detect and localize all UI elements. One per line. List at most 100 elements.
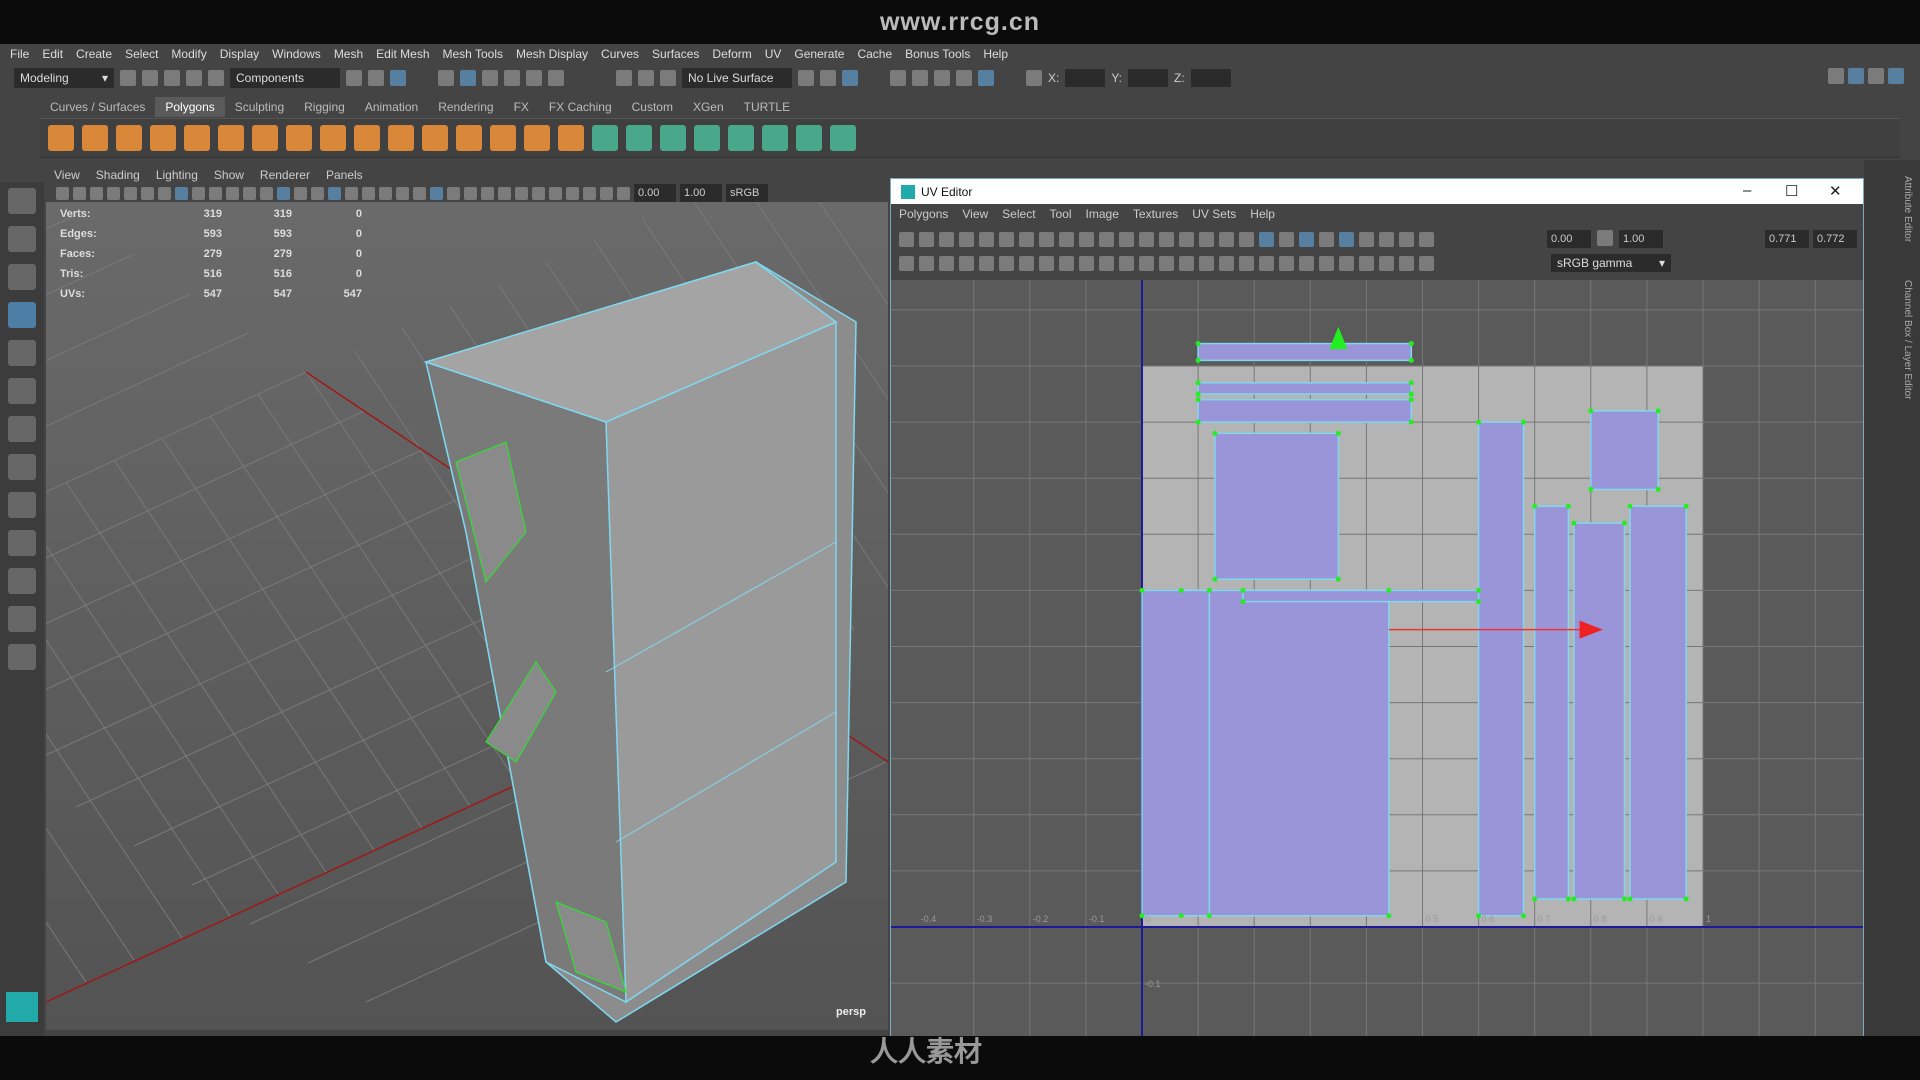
uv-tool-icon[interactable]: [1419, 255, 1434, 271]
viewport-tool-icon[interactable]: [158, 186, 171, 200]
attribute-editor-toggle-icon[interactable]: [1848, 68, 1864, 84]
viewport-color-space-field[interactable]: sRGB gamma: [726, 184, 768, 211]
viewport-gamma-field[interactable]: 1.00: [680, 184, 722, 202]
shelf-tool-icon[interactable]: [116, 125, 142, 151]
uv-tool-icon[interactable]: [1379, 231, 1394, 247]
viewport-menu-lighting[interactable]: Lighting: [156, 168, 198, 182]
uv-tool-icon[interactable]: [1199, 231, 1214, 247]
menu-file[interactable]: File: [10, 47, 29, 61]
viewport-tool-icon[interactable]: [175, 186, 188, 200]
uv-tool-icon[interactable]: [1019, 231, 1034, 247]
four-view-icon[interactable]: [8, 492, 36, 518]
uv-exposure-field[interactable]: 0.00: [1547, 230, 1591, 248]
shelf-tab-turtle[interactable]: TURTLE: [734, 97, 800, 117]
select-hierarchy-icon[interactable]: [346, 70, 362, 86]
select-component-icon[interactable]: [390, 70, 406, 86]
uv-menu-help[interactable]: Help: [1250, 207, 1275, 221]
shelf-tool-icon[interactable]: [150, 125, 176, 151]
shelf-tab-xgen[interactable]: XGen: [683, 97, 734, 117]
symmetry-icon[interactable]: [842, 70, 858, 86]
uv-menu-view[interactable]: View: [962, 207, 988, 221]
menu-uv[interactable]: UV: [765, 47, 782, 61]
uv-menu-select[interactable]: Select: [1002, 207, 1035, 221]
uv-tool-icon[interactable]: [919, 231, 934, 247]
viewport-tool-icon[interactable]: [413, 186, 426, 200]
viewport-tool-icon[interactable]: [583, 186, 596, 200]
x-field[interactable]: [1065, 69, 1106, 87]
viewport-tool-icon[interactable]: [124, 186, 137, 200]
shelf-tool-icon[interactable]: [286, 125, 312, 151]
shelf-tab-fx[interactable]: FX: [504, 97, 539, 117]
output-ops-icon[interactable]: [820, 70, 836, 86]
channel-box-toggle-icon[interactable]: [1888, 68, 1904, 84]
history-icon[interactable]: [616, 70, 632, 86]
viewport-tool-icon[interactable]: [345, 186, 358, 200]
last-tool-icon[interactable]: [8, 416, 36, 442]
render-view-icon[interactable]: [890, 70, 906, 86]
uv-tool-icon[interactable]: [1419, 231, 1434, 247]
uv-tool-icon[interactable]: [1119, 255, 1134, 271]
shelf-tab-animation[interactable]: Animation: [355, 97, 428, 117]
uv-tool-icon[interactable]: [1059, 255, 1074, 271]
snap-curve-icon[interactable]: [460, 70, 476, 86]
viewport-tool-icon[interactable]: [430, 186, 443, 200]
rotate-tool-icon[interactable]: [8, 340, 36, 366]
uv-tool-icon[interactable]: [1039, 231, 1054, 247]
menu-deform[interactable]: Deform: [712, 47, 751, 61]
menu-surfaces[interactable]: Surfaces: [652, 47, 699, 61]
redo-icon[interactable]: [208, 70, 224, 86]
uv-tool-icon[interactable]: [1139, 255, 1154, 271]
save-scene-icon[interactable]: [164, 70, 180, 86]
select-object-icon[interactable]: [368, 70, 384, 86]
viewport-tool-icon[interactable]: [73, 186, 86, 200]
shelf-tool-icon[interactable]: [592, 125, 618, 151]
uv-tool-icon[interactable]: [919, 255, 934, 271]
menu-mesh-display[interactable]: Mesh Display: [516, 47, 588, 61]
snap-grid-icon[interactable]: [438, 70, 454, 86]
uv-tool-icon[interactable]: [1019, 255, 1034, 271]
menu-edit[interactable]: Edit: [42, 47, 63, 61]
viewport-tool-icon[interactable]: [362, 186, 375, 200]
uv-tool-icon[interactable]: [1279, 231, 1294, 247]
maximize-icon[interactable]: ☐: [1785, 182, 1798, 200]
menu-mesh-tools[interactable]: Mesh Tools: [443, 47, 503, 61]
uv-tool-icon[interactable]: [1099, 231, 1114, 247]
z-field[interactable]: [1190, 69, 1231, 87]
snap-view-icon[interactable]: [504, 70, 520, 86]
uv-tool-icon[interactable]: [1299, 255, 1314, 271]
viewport-tool-icon[interactable]: [532, 186, 545, 200]
uv-tool-icon[interactable]: [1359, 231, 1374, 247]
viewport-menu-shading[interactable]: Shading: [96, 168, 140, 182]
uv-tool-icon[interactable]: [1159, 255, 1174, 271]
shelf-tool-icon[interactable]: [660, 125, 686, 151]
live-surface-field[interactable]: No Live Surface: [682, 68, 792, 88]
uv-tool-icon[interactable]: [1219, 231, 1234, 247]
viewport-tool-icon[interactable]: [549, 186, 562, 200]
uv-tool-icon[interactable]: [1139, 231, 1154, 247]
shelf-tool-icon[interactable]: [456, 125, 482, 151]
scale-tool-icon[interactable]: [8, 378, 36, 404]
uv-tool-icon[interactable]: [959, 255, 974, 271]
undo-icon[interactable]: [186, 70, 202, 86]
menu-display[interactable]: Display: [220, 47, 259, 61]
uv-tool-icon[interactable]: [1299, 231, 1314, 247]
uv-tool-icon[interactable]: [1339, 255, 1354, 271]
uv-gamma-field[interactable]: 1.00: [1619, 230, 1663, 248]
input-ops-icon[interactable]: [798, 70, 814, 86]
two-view-icon[interactable]: [8, 530, 36, 556]
viewport-menu-renderer[interactable]: Renderer: [260, 168, 310, 182]
viewport-tool-icon[interactable]: [90, 186, 103, 200]
uv-tool-icon[interactable]: [1239, 231, 1254, 247]
viewport-menu-panels[interactable]: Panels: [326, 168, 363, 182]
uv-tool-icon[interactable]: [1319, 231, 1334, 247]
uv-tool-icon[interactable]: [1279, 255, 1294, 271]
uv-menu-tool[interactable]: Tool: [1050, 207, 1072, 221]
shelf-tool-icon[interactable]: [82, 125, 108, 151]
minimize-icon[interactable]: –: [1743, 182, 1751, 199]
shelf-tool-icon[interactable]: [184, 125, 210, 151]
uv-tool-icon[interactable]: [1039, 255, 1054, 271]
shelf-tool-icon[interactable]: [218, 125, 244, 151]
lock-icon[interactable]: [548, 70, 564, 86]
shelf-tool-icon[interactable]: [354, 125, 380, 151]
uv-tool-icon[interactable]: [1059, 231, 1074, 247]
